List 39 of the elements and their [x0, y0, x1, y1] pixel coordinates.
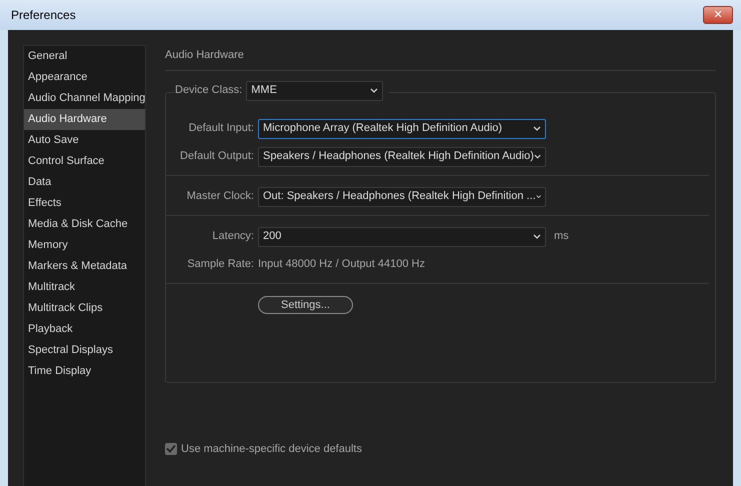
sidebar-item[interactable]: General	[24, 46, 145, 67]
sidebar-item[interactable]: Audio Channel Mapping	[24, 88, 145, 109]
sidebar-item[interactable]: Multitrack Clips	[24, 298, 145, 319]
sidebar-item[interactable]: Audio Hardware	[24, 109, 145, 130]
sidebar-item[interactable]: Time Display	[24, 361, 145, 382]
sidebar-item[interactable]: Data	[24, 172, 145, 193]
field-label: Default Output:	[179, 149, 254, 164]
dropdown[interactable]: MME	[246, 80, 384, 100]
field-label: Latency:	[211, 229, 254, 244]
section-title: Audio Hardware	[165, 45, 716, 70]
sidebar-item[interactable]: Spectral Displays	[24, 340, 145, 361]
sidebar-item[interactable]: Multitrack	[24, 277, 145, 298]
sidebar-item[interactable]: Appearance	[24, 67, 145, 88]
dropdown[interactable]: 200	[258, 226, 546, 246]
unit-label: ms	[554, 229, 569, 244]
caret-icon	[534, 154, 541, 159]
caret-icon	[536, 194, 541, 199]
field-label: Sample Rate:	[186, 257, 254, 272]
sidebar-item[interactable]: Memory	[24, 235, 145, 256]
sidebar-item[interactable]: Effects	[24, 193, 145, 214]
sidebar-item[interactable]: Media & Disk Cache	[24, 214, 145, 235]
sidebar-item[interactable]: Markers & Metadata	[24, 256, 145, 277]
sidebar-item[interactable]: Auto Save	[24, 130, 145, 151]
dropdown[interactable]: Speakers / Headphones (Realtek High Definition Audio)	[258, 146, 546, 166]
caret-icon	[533, 126, 541, 131]
caret-icon	[533, 234, 541, 239]
window-title: Preferences	[11, 7, 76, 24]
dropdown[interactable]: Microphone Array (Realtek High Definition Audio)	[258, 118, 546, 138]
checkbox-label: Use machine-specific device defaults	[181, 442, 362, 456]
checkbox[interactable]	[165, 442, 177, 455]
field-label: Device Class:	[175, 83, 242, 98]
field-label: Default Input:	[188, 121, 254, 136]
sidebar-item[interactable]: Control Surface	[24, 151, 145, 172]
sample-rate-value: Input 48000 Hz / Output 44100 Hz	[258, 257, 425, 272]
sidebar-item[interactable]: Playback	[24, 319, 145, 340]
settings-button[interactable]: Settings...	[258, 296, 353, 314]
field-label: Master Clock:	[186, 189, 254, 204]
dropdown[interactable]: Out: Speakers / Headphones (Realtek High Definition ...	[258, 186, 546, 206]
caret-icon	[370, 88, 378, 93]
